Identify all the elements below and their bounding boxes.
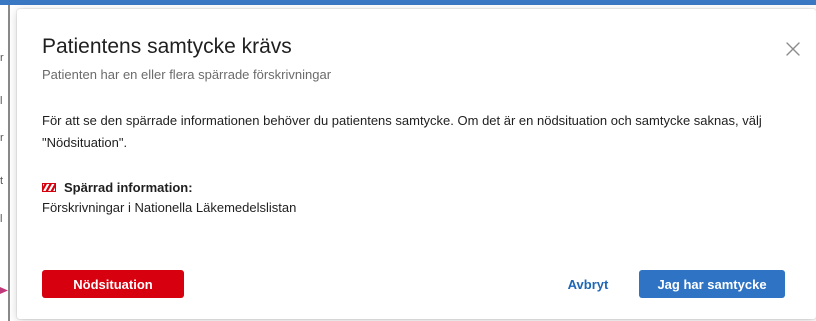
app-left-border (8, 5, 10, 321)
restricted-info-label: Spärrad information: (64, 179, 193, 195)
dialog-body-text: För att se den spärrade informationen be… (42, 113, 762, 150)
app-background-fragment: r (0, 52, 4, 64)
consent-dialog: Patientens samtycke krävs Patienten har … (17, 9, 816, 319)
app-background-fragment: t (0, 175, 4, 187)
restricted-info-heading: Spärrad information: (42, 178, 193, 196)
cancel-button[interactable]: Avbryt (548, 270, 628, 298)
dialog-subtitle: Patienten har en eller flera spärrade fö… (42, 67, 332, 82)
restricted-info-value: Förskrivningar i Nationella Läkemedelsli… (42, 200, 297, 215)
app-background-fragment: r (0, 132, 4, 144)
close-icon (786, 42, 800, 56)
screen: r l r t l Patientens samtycke krävs Pati… (0, 0, 816, 321)
arrow-icon (0, 287, 8, 294)
app-background-fragment: l (0, 213, 3, 225)
consent-button[interactable]: Jag har samtycke (639, 270, 785, 298)
close-button[interactable] (783, 39, 803, 59)
app-top-bar (0, 0, 816, 5)
restricted-stripes-icon (42, 182, 56, 192)
emergency-button[interactable]: Nödsituation (42, 270, 184, 298)
dialog-title: Patientens samtycke krävs (42, 35, 292, 58)
app-background-fragment: l (0, 95, 3, 107)
